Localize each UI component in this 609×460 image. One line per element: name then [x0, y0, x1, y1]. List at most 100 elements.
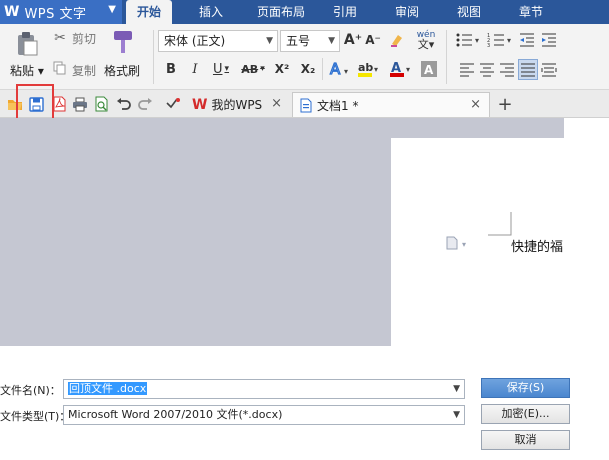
format-painter-button[interactable]: 格式刷: [104, 62, 140, 79]
tab-review[interactable]: 审阅: [384, 0, 430, 24]
filetype-value: Microsoft Word 2007/2010 文件(*.docx): [68, 408, 283, 421]
svg-text:A: A: [330, 60, 341, 78]
clear-format-icon[interactable]: [388, 31, 406, 49]
ribbon-divider: [153, 30, 154, 84]
document-text[interactable]: 快捷的福: [511, 236, 563, 255]
format-painter-icon[interactable]: [110, 28, 136, 56]
filename-label: 文件名(N)：: [0, 384, 61, 397]
filetype-select[interactable]: Microsoft Word 2007/2010 文件(*.docx) ▼: [63, 405, 465, 425]
wps-w-icon: W: [192, 96, 208, 113]
tab-section[interactable]: 章节: [508, 0, 554, 24]
italic-button[interactable]: I: [186, 60, 204, 78]
doc-tab-label: 文档1 *: [317, 98, 359, 113]
svg-text:3: 3: [487, 43, 490, 48]
app-title: WPS 文字: [24, 6, 87, 22]
customize-toolbar-icon[interactable]: [164, 95, 182, 113]
superscript-button[interactable]: X²: [272, 60, 292, 78]
undo-icon[interactable]: [114, 95, 132, 113]
distributed-align-icon[interactable]: [540, 61, 558, 79]
save-dialog: 文件名(N)： 回顶文件 .docx ▼ 文件类型(T)： Microsoft …: [0, 346, 609, 460]
new-tab-icon[interactable]: +: [496, 94, 514, 115]
print-icon[interactable]: [71, 95, 89, 113]
font-name-select[interactable]: 宋体 (正文) ▼: [158, 30, 278, 52]
tab-home[interactable]: 开始: [126, 0, 172, 24]
numbered-list-icon[interactable]: 1 2 3 ▾: [486, 31, 516, 49]
svg-text:▾: ▾: [406, 65, 410, 74]
wps-logo-icon: W: [4, 4, 20, 20]
font-name-value: 宋体 (正文): [164, 34, 226, 48]
chevron-down-icon: ▼: [108, 4, 116, 15]
font-size-value: 五号: [286, 34, 311, 48]
document-icon: [299, 98, 313, 113]
underline-button[interactable]: U ▾: [208, 60, 234, 78]
ribbon-divider: [446, 30, 447, 84]
wps-window: W WPS 文字 ▼ 开始 插入 页面布局 引用 审阅 视图 章节 粘贴 ▾ ✂…: [0, 0, 609, 460]
app-menu-button[interactable]: W WPS 文字 ▼: [0, 0, 122, 24]
copy-icon[interactable]: [52, 60, 68, 76]
text-effect-icon[interactable]: A ▾: [328, 60, 352, 78]
filename-value: 回顶文件 .docx: [68, 382, 148, 395]
chevron-down-icon[interactable]: ▼: [453, 406, 460, 424]
menu-tab-bar: W WPS 文字 ▼ 开始 插入 页面布局 引用 审阅 视图 章节: [0, 0, 609, 24]
tab-insert[interactable]: 插入: [188, 0, 234, 24]
cut-button[interactable]: 剪切: [72, 30, 96, 47]
chevron-down-icon: ▼: [328, 36, 335, 46]
svg-text:▾: ▾: [344, 67, 348, 76]
bullet-list-icon[interactable]: ▾: [454, 31, 484, 49]
cancel-button[interactable]: 取消: [481, 430, 570, 450]
strikethrough-label: AB: [241, 62, 259, 76]
close-icon[interactable]: ×: [470, 97, 481, 112]
svg-text:▾: ▾: [374, 65, 378, 74]
tab-references[interactable]: 引用: [322, 0, 368, 24]
save-button[interactable]: 保存(S): [481, 378, 570, 398]
paste-label: 粘贴: [10, 64, 35, 78]
paste-button[interactable]: 粘贴 ▾: [10, 62, 44, 79]
doc-tab-document1[interactable]: 文档1 * ×: [292, 92, 490, 117]
close-icon[interactable]: ×: [271, 96, 282, 111]
tab-page-layout[interactable]: 页面布局: [248, 0, 314, 24]
svg-text:▾: ▾: [475, 36, 479, 45]
chevron-down-icon: ▾: [224, 64, 230, 74]
paste-icon[interactable]: [14, 30, 40, 58]
font-color-icon[interactable]: A ▾: [388, 60, 414, 78]
strikethrough-button[interactable]: AB ▾: [238, 60, 268, 78]
filename-input[interactable]: 回顶文件 .docx ▼: [63, 379, 465, 399]
print-preview-icon[interactable]: [92, 95, 110, 113]
increase-indent-icon[interactable]: [540, 31, 558, 49]
align-center-icon[interactable]: [478, 61, 496, 79]
scissors-icon[interactable]: ✂: [52, 30, 68, 46]
char-shading-icon[interactable]: A: [420, 60, 438, 78]
paragraph-options-icon[interactable]: ▾: [445, 236, 473, 253]
justify-icon[interactable]: [518, 59, 538, 80]
home-ribbon: 粘贴 ▾ ✂ 剪切 复制 格式刷 宋体 (正文) ▼ 五号 ▼ A⁺ A⁻ wén 文…: [0, 24, 609, 90]
ribbon-divider: [322, 58, 323, 80]
copy-button[interactable]: 复制: [72, 62, 96, 79]
chevron-down-icon[interactable]: ▼: [453, 380, 460, 398]
doc-tab-label: 我的WPS: [211, 98, 263, 112]
quick-access-toolbar: W 我的WPS × 文档1 * × +: [0, 90, 609, 118]
grow-font-button[interactable]: A⁺: [344, 31, 362, 49]
align-left-icon[interactable]: [458, 61, 476, 79]
doc-tab-my-wps[interactable]: W 我的WPS ×: [186, 92, 290, 117]
highlight-color-icon[interactable]: ab ▾: [356, 60, 382, 78]
chevron-down-icon: ▾: [260, 64, 265, 74]
svg-text:▾: ▾: [462, 240, 466, 249]
filetype-label: 文件类型(T)：: [0, 410, 71, 423]
subscript-button[interactable]: X₂: [298, 60, 318, 78]
bold-button[interactable]: B: [162, 60, 180, 78]
underline-label: U: [212, 61, 223, 77]
font-size-select[interactable]: 五号 ▼: [280, 30, 340, 52]
svg-text:ab: ab: [358, 61, 373, 74]
shrink-font-button[interactable]: A⁻: [364, 31, 382, 49]
chevron-down-icon: ▼: [266, 36, 273, 46]
tab-view[interactable]: 视图: [446, 0, 492, 24]
svg-text:▾: ▾: [507, 36, 511, 45]
phonetic-guide-button[interactable]: wén 文▾: [412, 29, 440, 51]
encrypt-button[interactable]: 加密(E)...: [481, 404, 570, 424]
margin-corner-mark: [488, 212, 512, 239]
wen-char-icon: 文▾: [417, 38, 435, 51]
align-right-icon[interactable]: [498, 61, 516, 79]
redo-icon[interactable]: [136, 95, 154, 113]
svg-text:A: A: [424, 63, 434, 77]
decrease-indent-icon[interactable]: [518, 31, 536, 49]
